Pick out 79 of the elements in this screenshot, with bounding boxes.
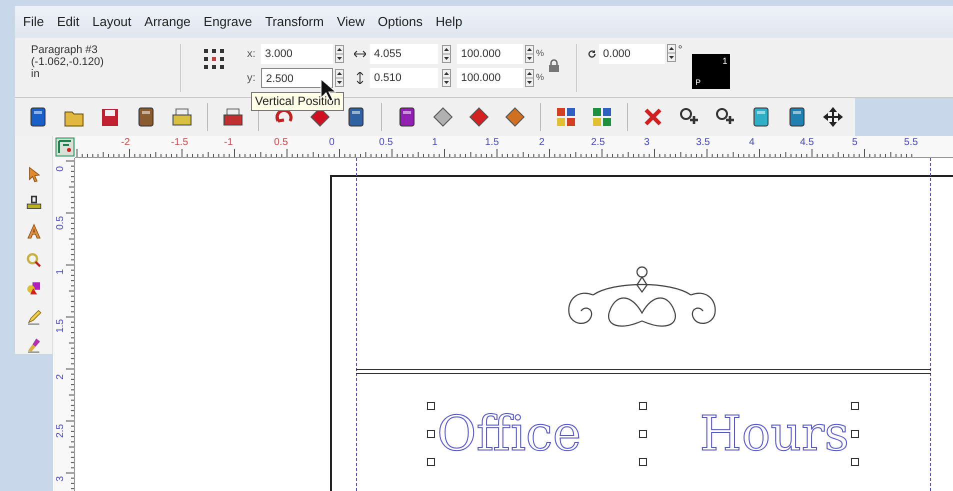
- spinner-icon[interactable]: [525, 69, 534, 87]
- width-field[interactable]: 4.055: [370, 44, 438, 64]
- menu-item[interactable]: Options: [378, 12, 423, 32]
- lock-icon[interactable]: [548, 59, 560, 73]
- width-arrows-icon: [354, 50, 366, 58]
- outlined-text: Office: [437, 405, 582, 464]
- tile-grid-icon[interactable]: [591, 106, 613, 128]
- ruler-label: -1.5: [171, 137, 188, 148]
- ruler-label: 5.5: [904, 137, 918, 148]
- ruler-label: 2.5: [591, 137, 605, 148]
- ruler-label: 1.5: [485, 137, 499, 148]
- selection-handle[interactable]: [427, 430, 435, 438]
- spinner-icon[interactable]: [525, 45, 534, 63]
- menu-item[interactable]: Layout: [92, 12, 132, 32]
- menu-item[interactable]: Help: [436, 12, 462, 32]
- ruler-label: 1.5: [56, 319, 66, 333]
- ruler-label: 2.5: [56, 424, 66, 438]
- menu-item[interactable]: View: [336, 12, 365, 32]
- height-field[interactable]: 0.510: [370, 68, 438, 88]
- scale-x-field[interactable]: 100.000: [457, 44, 523, 64]
- menu-item[interactable]: Arrange: [144, 12, 191, 32]
- ruler-label: 0: [329, 137, 335, 148]
- rotate-icon: [587, 49, 598, 59]
- object-name: Paragraph #3: [31, 44, 99, 56]
- selection-handle[interactable]: [851, 402, 859, 410]
- height-arrows-icon: [354, 72, 366, 84]
- ruler-label: 0: [56, 166, 66, 172]
- spinner-icon[interactable]: [667, 44, 676, 62]
- ruler-label: 4: [749, 137, 755, 148]
- printer-icon[interactable]: [171, 106, 193, 128]
- node-icon[interactable]: [432, 106, 454, 128]
- selection-handle[interactable]: [851, 430, 859, 438]
- selection-handle[interactable]: [427, 458, 435, 466]
- object-position: (-1.062,-0.120): [31, 56, 105, 68]
- spinner-icon[interactable]: [335, 69, 344, 87]
- ruler-label: 2: [539, 137, 545, 148]
- y-position-field[interactable]: 2.500: [261, 68, 333, 88]
- percent-sign: %: [536, 71, 544, 84]
- ruler-label: 2: [56, 374, 66, 380]
- rotation-field[interactable]: 0.000: [599, 44, 666, 64]
- menu-item[interactable]: File: [23, 12, 44, 32]
- selection-handle[interactable]: [639, 430, 647, 438]
- x-position-field[interactable]: 3.000: [261, 44, 333, 64]
- selection-handle[interactable]: [851, 458, 859, 466]
- percent-sign: %: [536, 47, 544, 60]
- unit-label: in: [31, 68, 41, 80]
- delete-node-icon[interactable]: [642, 106, 664, 128]
- grid-icon[interactable]: [555, 106, 577, 128]
- move-icon[interactable]: [822, 106, 844, 128]
- ruler-label: 3: [56, 476, 66, 482]
- spinner-icon[interactable]: [442, 69, 451, 87]
- selection-handle[interactable]: [639, 458, 647, 466]
- ruler-label: 1: [432, 137, 438, 148]
- y-label: y:: [247, 70, 257, 86]
- x-label: x:: [247, 46, 257, 62]
- degree-sign: °: [678, 44, 682, 56]
- menu-item[interactable]: Edit: [56, 12, 80, 32]
- selection-handle[interactable]: [427, 402, 435, 410]
- ruler-label: 0.5: [274, 137, 288, 148]
- ruler-label: 5: [852, 137, 858, 148]
- preview-letter: P: [695, 78, 701, 87]
- ruler-label: -1: [224, 137, 233, 148]
- spinner-icon[interactable]: [335, 45, 344, 63]
- outlined-text: Hours: [700, 405, 849, 464]
- ruler-label: 0.5: [56, 216, 66, 230]
- ruler-label: -2: [121, 137, 130, 148]
- ruler-label: 3.5: [696, 137, 710, 148]
- preview-number: 1: [722, 56, 728, 66]
- ruler-label: 3: [644, 137, 650, 148]
- scale-y-field[interactable]: 100.000: [457, 68, 523, 88]
- ruler-label: 4.5: [800, 137, 814, 148]
- menu-item[interactable]: Transform: [265, 12, 324, 32]
- selection-handle[interactable]: [639, 402, 647, 410]
- ruler-label: 1: [56, 269, 66, 275]
- menu-item[interactable]: Engrave: [204, 12, 252, 32]
- tooltip: Vertical Position: [251, 92, 344, 111]
- ruler-corner-icon[interactable]: [55, 137, 75, 157]
- spinner-icon[interactable]: [442, 45, 451, 63]
- ruler-label: 0.5: [379, 137, 393, 148]
